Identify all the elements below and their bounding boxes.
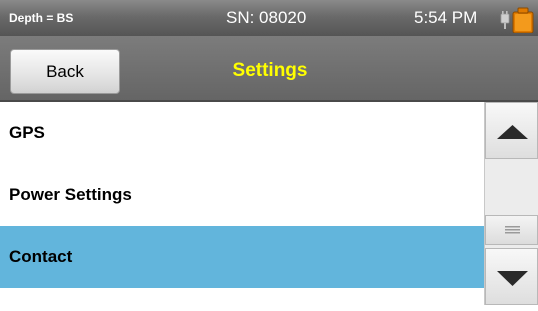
list-item-gps[interactable]: GPS — [0, 102, 484, 164]
battery-charging-icon — [499, 3, 535, 34]
list-item-power-settings[interactable]: Power Settings — [0, 164, 484, 226]
status-bar: Depth = BS SN: 08020 5:54 PM — [0, 0, 538, 36]
scroll-down-button[interactable] — [485, 248, 538, 305]
scroll-up-button[interactable] — [485, 102, 538, 159]
triangle-down-icon — [497, 271, 528, 286]
back-button[interactable]: Back — [10, 49, 120, 94]
depth-indicator: Depth = BS — [9, 11, 74, 25]
clock: 5:54 PM — [414, 8, 478, 27]
page-title: Settings — [232, 60, 308, 81]
settings-list: GPS Power Settings Contact — [0, 102, 484, 305]
list-item-contact[interactable]: Contact — [0, 226, 484, 288]
triangle-up-icon — [497, 125, 528, 139]
serial-number: SN: 08020 — [226, 8, 307, 27]
grip-lines-icon — [505, 226, 520, 234]
scroll-thumb[interactable] — [485, 215, 538, 245]
header-bar: Back Settings — [0, 36, 538, 102]
scrollbar[interactable] — [484, 102, 538, 305]
